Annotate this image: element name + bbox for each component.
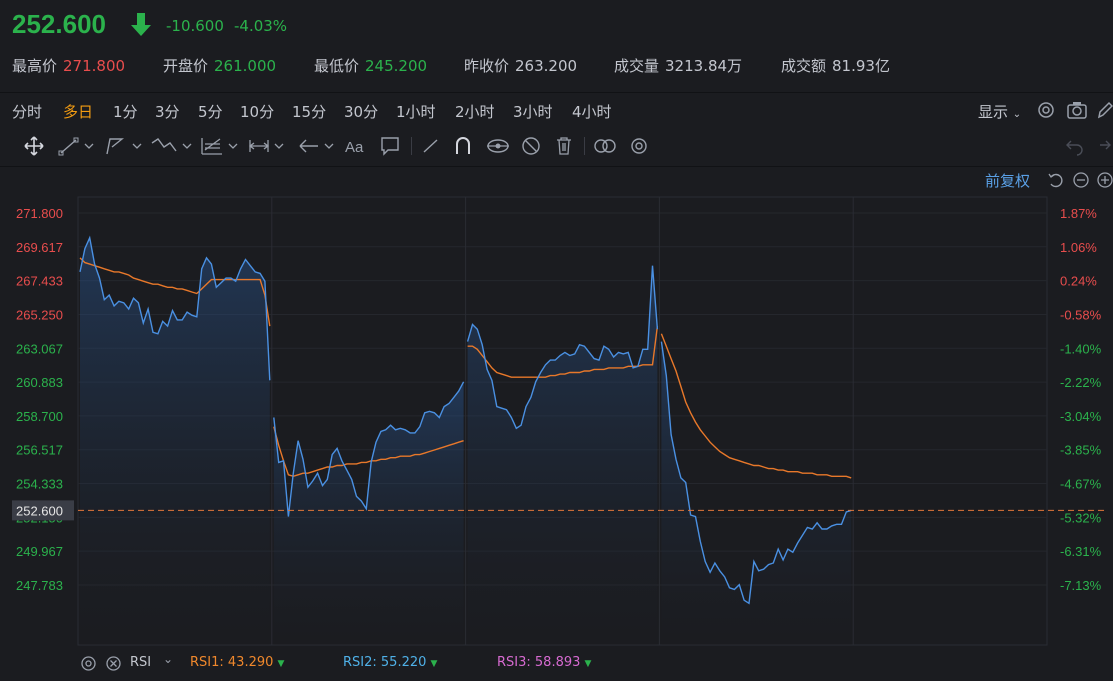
rsi-value: 55.220 bbox=[380, 655, 427, 670]
y-tick-label: 254.333 bbox=[16, 477, 63, 492]
y-tick-label-right: -0.58% bbox=[1060, 307, 1102, 322]
y-tick-label: 271.800 bbox=[16, 206, 63, 221]
y-tick-label-right: 1.06% bbox=[1060, 240, 1097, 255]
y-tick-label-right: -1.40% bbox=[1060, 341, 1102, 356]
gear-icon[interactable] bbox=[80, 655, 97, 672]
rsi3-value: RSI3: 58.893 ▼ bbox=[497, 655, 592, 670]
y-tick-label: 247.783 bbox=[16, 578, 63, 593]
y-tick-label-right: 1.87% bbox=[1060, 206, 1097, 221]
rsi-label: RSI1 bbox=[190, 655, 220, 670]
y-tick-label-right: -3.85% bbox=[1060, 443, 1102, 458]
rsi-label: RSI2 bbox=[343, 655, 373, 670]
y-tick-label: 258.700 bbox=[16, 409, 63, 424]
y-tick-label: 265.250 bbox=[16, 307, 63, 322]
y-tick-label-right: -2.22% bbox=[1060, 375, 1102, 390]
y-tick-label: 260.883 bbox=[16, 375, 63, 390]
y-tick-label-right: 0.24% bbox=[1060, 274, 1097, 289]
y-tick-label-right: -3.04% bbox=[1060, 409, 1102, 424]
y-tick-label: 267.433 bbox=[16, 274, 63, 289]
y-tick-label-right: -5.32% bbox=[1060, 510, 1102, 525]
y-tick-label: 263.067 bbox=[16, 341, 63, 356]
y-tick-label: 269.617 bbox=[16, 240, 63, 255]
y-tick-label: 256.517 bbox=[16, 443, 63, 458]
close-icon[interactable] bbox=[105, 655, 122, 672]
rsi-value: 58.893 bbox=[534, 655, 581, 670]
rsi1-value: RSI1: 43.290 ▼ bbox=[190, 655, 285, 670]
rsi2-value: RSI2: 55.220 ▼ bbox=[343, 655, 438, 670]
current-price-label: 252.600 bbox=[16, 503, 63, 518]
y-tick-label-right: -6.31% bbox=[1060, 544, 1102, 559]
y-tick-label-right: -4.67% bbox=[1060, 477, 1102, 492]
y-tick-label-right: -7.13% bbox=[1060, 578, 1102, 593]
rsi-label: RSI3 bbox=[497, 655, 527, 670]
y-tick-label: 249.967 bbox=[16, 544, 63, 559]
chevron-down-icon[interactable]: ⌄ bbox=[163, 652, 173, 666]
indicator-name[interactable]: RSI bbox=[130, 655, 151, 670]
rsi-value: 43.290 bbox=[227, 655, 274, 670]
price-chart[interactable]: 271.800 1.87% 269.617 1.06% 267.433 0.24% 265.… bbox=[0, 0, 1113, 681]
